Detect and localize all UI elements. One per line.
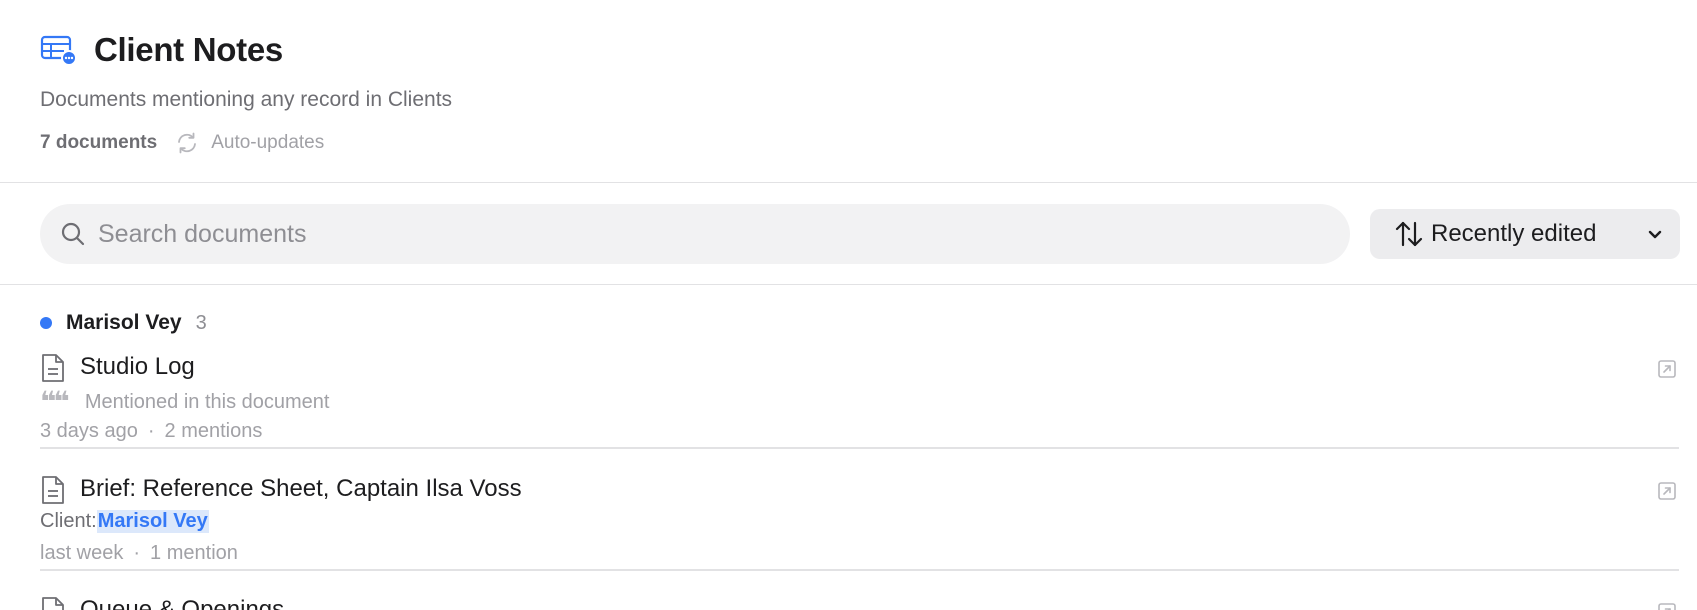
sync-icon — [175, 131, 199, 155]
quote-icon: ❝❝ — [40, 386, 70, 417]
separator-dot: · — [147, 420, 155, 442]
open-external-icon[interactable] — [1657, 481, 1677, 501]
list-item[interactable]: Queue & Openings — [0, 590, 1697, 610]
group-color-dot — [40, 317, 52, 329]
document-meta: 3 days ago · 2 mentions — [40, 420, 262, 443]
mention-snippet: Client: Marisol Vey — [40, 510, 209, 533]
document-title[interactable]: Studio Log — [80, 353, 195, 381]
edited-time: 3 days ago — [40, 420, 138, 442]
page-subtitle: Documents mentioning any record in Clien… — [40, 88, 453, 111]
document-icon — [40, 353, 66, 383]
snippet-text: Mentioned in this document — [84, 390, 330, 413]
auto-updates-label: Auto-updates — [211, 132, 325, 153]
document-title[interactable]: Brief: Reference Sheet, Captain Ilsa Vos… — [80, 475, 522, 503]
sort-dropdown[interactable]: Recently edited — [1370, 209, 1680, 259]
open-external-icon[interactable] — [1657, 602, 1677, 610]
document-icon — [40, 596, 66, 610]
divider — [40, 569, 1679, 571]
toolbar: Recently edited — [0, 183, 1697, 285]
mention-count: 2 mentions — [164, 420, 263, 442]
search-input[interactable] — [98, 219, 1350, 249]
page-header: Client Notes Documents mentioning any re… — [0, 0, 1697, 183]
list-item[interactable]: Studio Log ❝❝ Mentioned in this document… — [0, 347, 1697, 442]
group-count: 3 — [195, 311, 207, 334]
separator-dot: · — [133, 542, 141, 564]
list-item[interactable]: Brief: Reference Sheet, Captain Ilsa Vos… — [0, 469, 1697, 564]
mention-snippet: ❝❝ Mentioned in this document — [40, 388, 329, 416]
meta-row: 7 documents Auto-updates — [40, 131, 324, 155]
open-external-icon[interactable] — [1657, 359, 1677, 379]
document-meta: last week · 1 mention — [40, 542, 238, 565]
document-count: 7 documents — [40, 132, 158, 153]
group-name: Marisol Vey — [66, 311, 182, 334]
snippet-prefix: Client: — [40, 510, 97, 532]
chevron-down-icon — [1646, 225, 1664, 243]
sort-label: Recently edited — [1431, 220, 1597, 247]
document-title[interactable]: Queue & Openings — [80, 596, 284, 610]
search-box[interactable] — [40, 204, 1350, 264]
document-icon — [40, 475, 66, 505]
title-row: Client Notes — [40, 30, 283, 70]
page-title: Client Notes — [94, 31, 283, 68]
edited-time: last week — [40, 542, 124, 564]
sort-arrows-icon — [1395, 220, 1423, 248]
mention-count: 1 mention — [150, 542, 238, 564]
divider — [40, 447, 1679, 449]
search-icon — [60, 221, 86, 247]
mention-highlight[interactable]: Marisol Vey — [96, 510, 209, 533]
table-icon — [40, 30, 80, 70]
group-header[interactable]: Marisol Vey 3 — [40, 311, 207, 335]
